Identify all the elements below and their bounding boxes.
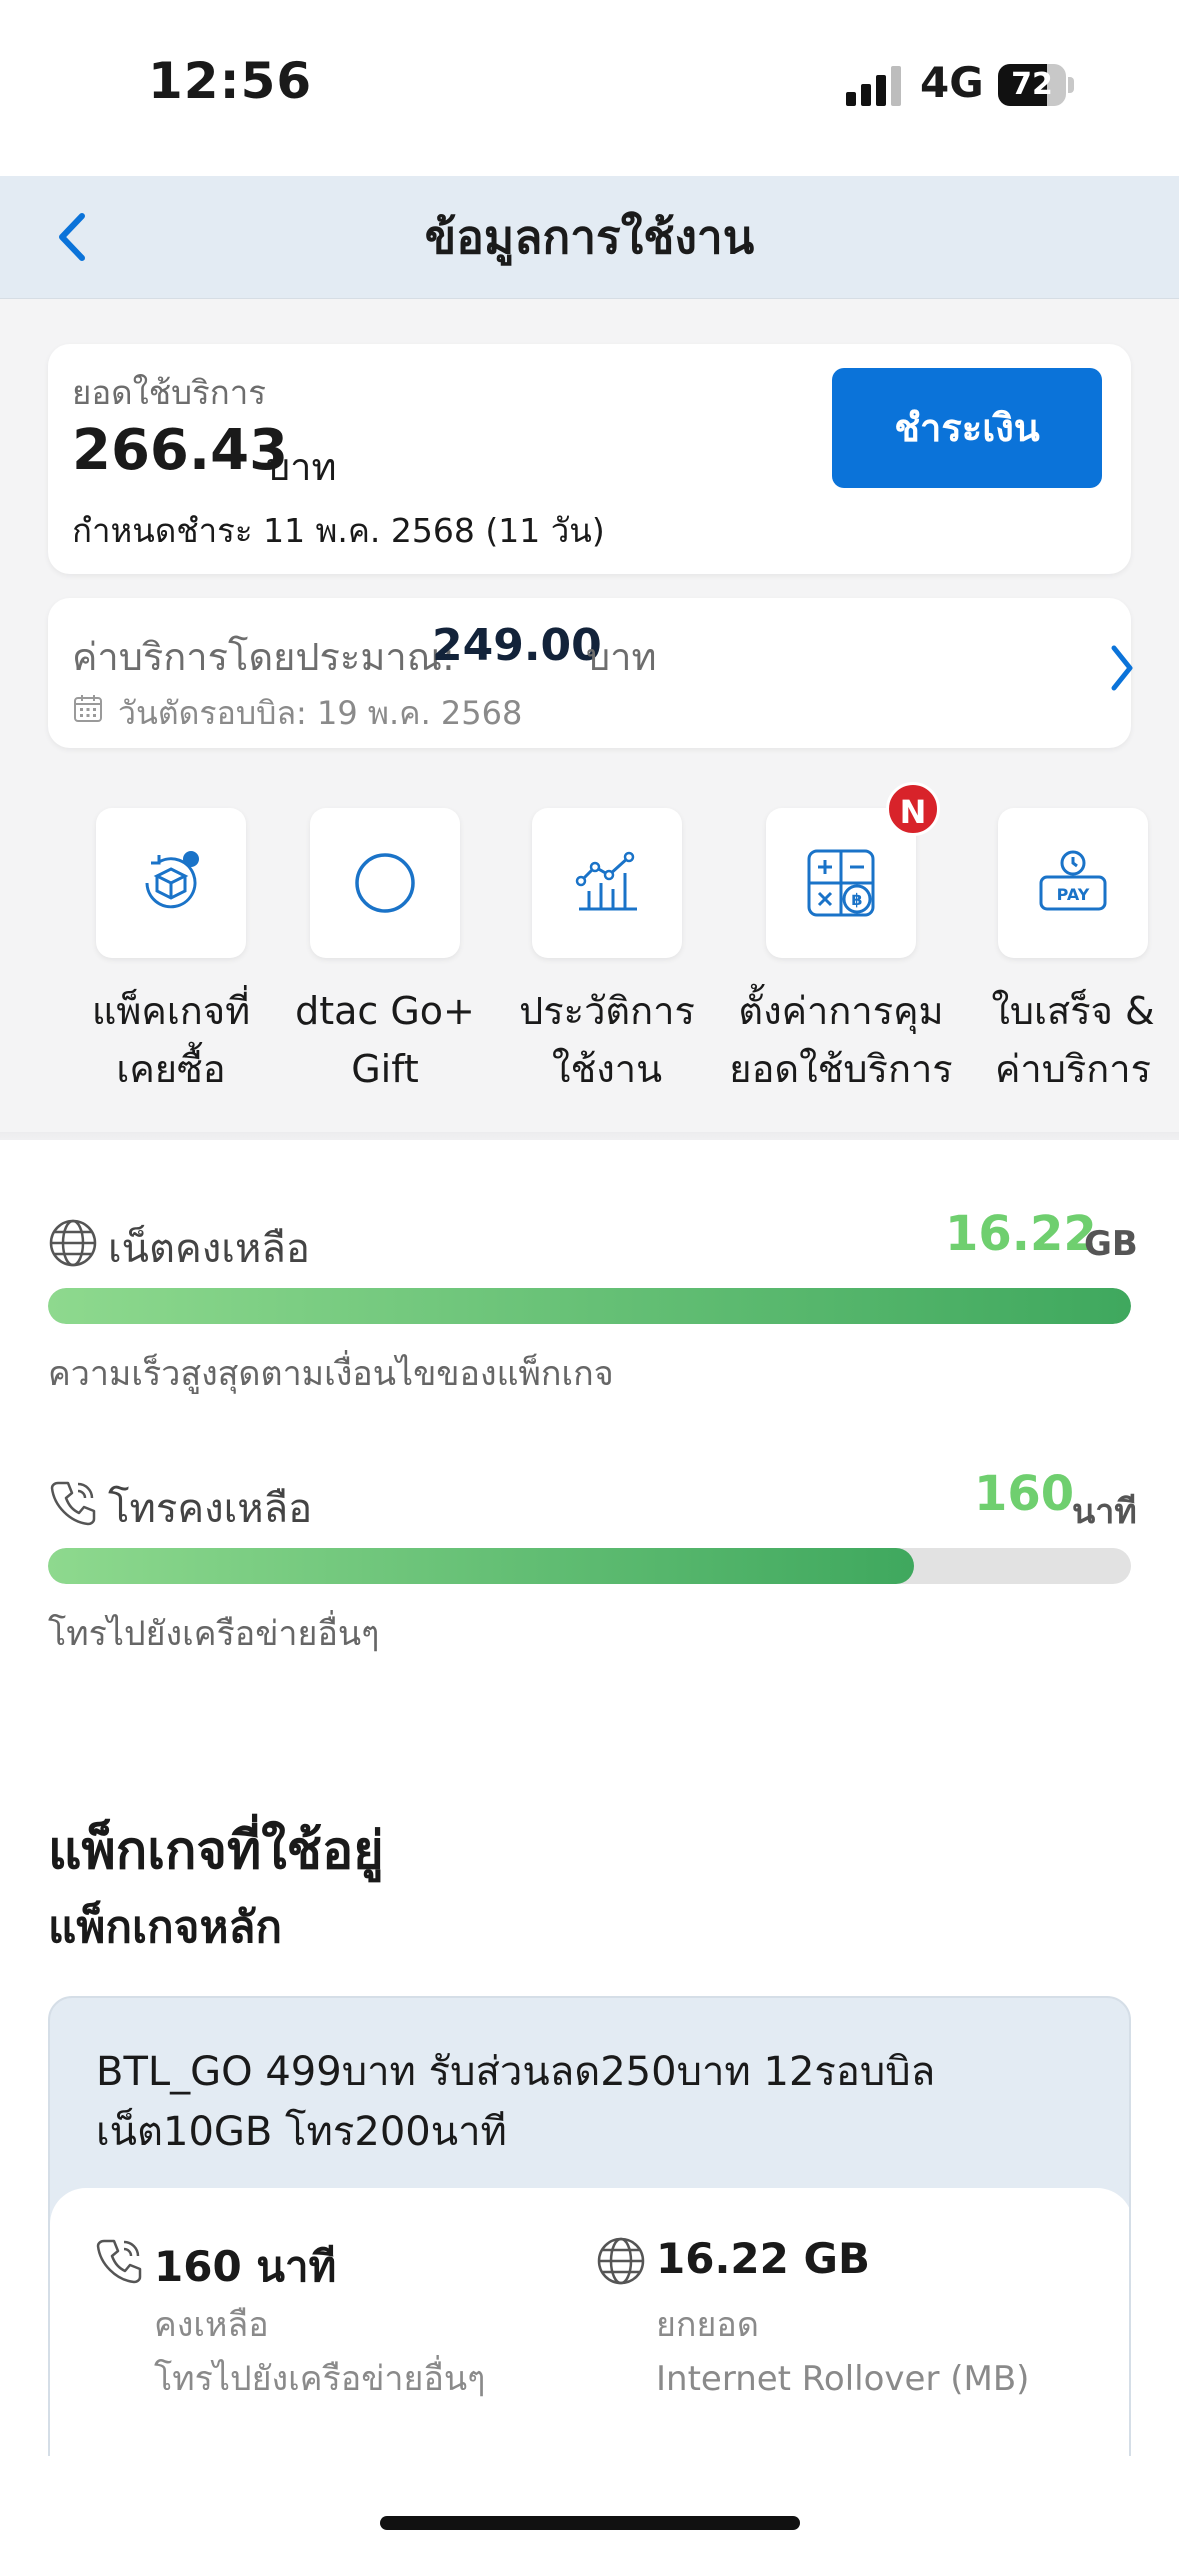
quick-action-label: dtac Go+ Gift [295, 989, 475, 1091]
estimate-label: ค่าบริการโดยประมาณ: [72, 635, 455, 679]
package-data-sub: ยกยอด [656, 2305, 759, 2345]
internet-note: ความเร็วสูงสุดตามเงื่อนไขของแพ็กเกจ [48, 1354, 614, 1394]
chevron-right-icon[interactable] [1106, 638, 1138, 698]
voice-note: โทรไปยังเครือข่ายอื่นๆ [48, 1614, 380, 1654]
battery-icon: 72 [998, 64, 1074, 106]
estimate-amount: 249.00 [432, 620, 602, 671]
bottom-safe-area [0, 2456, 1179, 2556]
internet-progress-fill [48, 1288, 1131, 1324]
internet-remaining-label: เน็ตคงเหลือ [108, 1226, 310, 1272]
quick-action-label: ตั้งค่าการคุม ยอดใช้บริการ [729, 989, 953, 1091]
bill-label: ยอดใช้บริการ [72, 373, 267, 412]
status-bar: 12:56 4G 72 [0, 0, 1179, 176]
internet-remaining-value: 16.22 [945, 1206, 1097, 1262]
internet-remaining-unit: GB [1084, 1224, 1138, 1264]
phone-icon [50, 1481, 96, 1526]
new-badge: N [886, 782, 940, 836]
usage-chart-icon [575, 851, 637, 911]
main-package-card[interactable]: BTL_GO 499บาท รับส่วนลด250บาท 12รอบบิล เ… [48, 1996, 1131, 2516]
voice-progress-bar [48, 1548, 1131, 1584]
svg-text:฿: ฿ [851, 890, 862, 909]
package-voice-sub: คงเหลือ [154, 2305, 269, 2345]
bill-due-date: กำหนดชำระ 11 พ.ค. 2568 (11 วัน) [72, 511, 605, 550]
signal-icon [846, 66, 901, 106]
package-data-note: Internet Rollover (MB) [656, 2359, 1030, 2399]
home-indicator[interactable] [380, 2516, 800, 2530]
bill-cycle-date: วันตัดรอบบิล: 19 พ.ค. 2568 [118, 694, 523, 732]
bill-unit: บาท [266, 445, 337, 489]
quick-action-label: ประวัติการ ใช้งาน [519, 989, 695, 1091]
calculator-icon: ฿ [807, 849, 875, 917]
quick-action-go-gift[interactable] [310, 808, 460, 958]
quick-action-spending-control[interactable]: ฿ [766, 808, 916, 958]
voice-progress-fill [48, 1548, 915, 1584]
active-packages-title: แพ็กเกจที่ใช้อยู่ [48, 1821, 384, 1881]
phone-icon [96, 2239, 142, 2284]
quick-action-label: แพ็คเกจที่ เคยซื้อ [91, 989, 251, 1091]
estimate-unit: บาท [586, 635, 657, 679]
voice-remaining-unit: นาที [1072, 1492, 1137, 1532]
voice-remaining-value: 160 [974, 1466, 1075, 1522]
bill-amount: 266.43 [72, 418, 289, 483]
chevron-left-icon[interactable] [50, 206, 96, 268]
package-history-icon [145, 851, 199, 909]
main-package-title: แพ็กเกจหลัก [48, 1902, 283, 1953]
pay-icon: PAY [1039, 850, 1107, 911]
quick-action-package-history[interactable] [96, 808, 246, 958]
status-time: 12:56 [148, 52, 313, 110]
package-data-value: 16.22 GB [656, 2234, 870, 2283]
quick-action-label: ใบเสร็จ & ค่าบริการ [991, 989, 1155, 1091]
globe-icon [597, 2237, 645, 2285]
nav-header: ข้อมูลการใช้งาน [0, 176, 1179, 299]
calendar-icon [74, 695, 102, 722]
svg-text:PAY: PAY [1057, 885, 1090, 904]
package-voice-note: โทรไปยังเครือข่ายอื่นๆ [154, 2359, 486, 2399]
package-voice-value: 160 นาที [154, 2242, 337, 2291]
battery-percent: 72 [1011, 67, 1053, 102]
voice-remaining-label: โทรคงเหลือ [108, 1486, 313, 1532]
quick-action-usage-history[interactable] [532, 808, 682, 958]
package-name: BTL_GO 499บาท รับส่วนลด250บาท 12รอบบิล เ… [96, 2049, 936, 2155]
pay-button[interactable]: ชำระเงิน [832, 368, 1102, 488]
internet-progress-bar [48, 1288, 1131, 1324]
globe-icon [49, 1219, 97, 1267]
page-title: ข้อมูลการใช้งาน [424, 210, 755, 264]
circle-icon [355, 853, 415, 913]
network-type: 4G [920, 58, 984, 107]
estimated-charge-card[interactable]: ค่าบริการโดยประมาณ: 249.00 บาท วันตัดรอบ… [48, 598, 1133, 748]
quick-action-receipts[interactable]: PAY [998, 808, 1148, 958]
bill-summary-card: ยอดใช้บริการ 266.43 บาท กำหนดชำระ 11 พ.ค… [48, 344, 1131, 574]
